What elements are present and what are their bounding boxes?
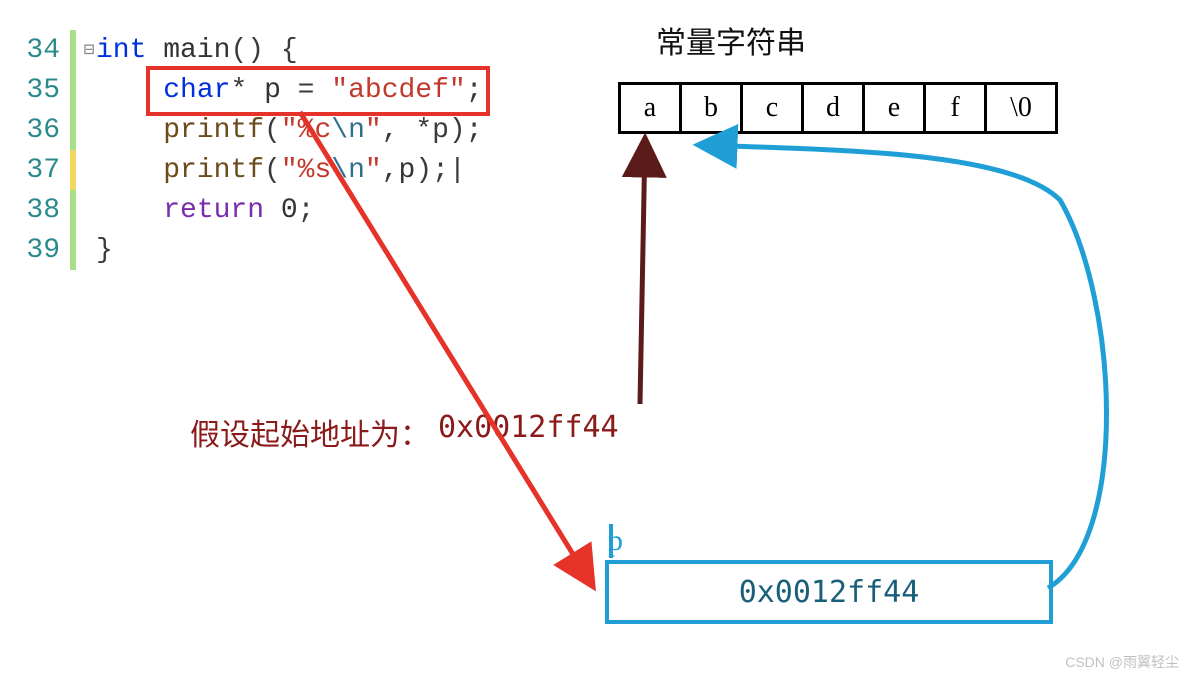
code-text: int main() { (96, 35, 298, 66)
code-row: 34 ⊟ int main() { (8, 30, 548, 70)
line-number: 36 (8, 115, 70, 146)
gutter-mark (70, 190, 76, 230)
gutter-mark (70, 70, 76, 110)
memory-cell: b (679, 82, 740, 134)
fold-icon: ⊟ (82, 39, 96, 61)
watermark: CSDN @雨翼轻尘 (1065, 652, 1179, 672)
code-row: 38 return 0; (8, 190, 548, 230)
code-row: 39 } (8, 230, 548, 270)
code-text: return 0; (96, 195, 314, 226)
pointer-value: 0x0012ff44 (739, 575, 920, 610)
code-text: printf("%c\n", *p); (96, 115, 483, 146)
code-text: printf("%s\n",p);| (96, 155, 466, 186)
diagram-stage: { "code": { "lines": [34,35,36,37,38,39]… (0, 0, 1191, 678)
memory-cell: \0 (984, 82, 1058, 134)
memory-cell: a (618, 82, 679, 134)
memory-cell: f (923, 82, 984, 134)
code-row: 37 printf("%s\n",p);| (8, 150, 548, 190)
memory-title: 常量字符串 (656, 18, 806, 62)
gutter-mark (70, 230, 76, 270)
line-number: 38 (8, 195, 70, 226)
line-number: 34 (8, 35, 70, 66)
gutter-mark (70, 30, 76, 70)
memory-cell: d (801, 82, 862, 134)
arrow-blue (700, 145, 1107, 588)
line-number: 35 (8, 75, 70, 106)
memory-cell: c (740, 82, 801, 134)
memory-cell: e (862, 82, 923, 134)
line-number: 37 (8, 155, 70, 186)
code-text: } (96, 235, 113, 266)
highlight-box (146, 66, 490, 116)
gutter-mark (70, 110, 76, 150)
address-annotation-label: 假设起始地址为： (190, 410, 430, 454)
line-number: 39 (8, 235, 70, 266)
memory-array: a b c d e f \0 (618, 82, 1058, 134)
pointer-label: p (608, 524, 623, 558)
arrow-darkred (640, 140, 645, 404)
address-annotation-value: 0x0012ff44 (438, 410, 619, 445)
code-row: 36 printf("%c\n", *p); (8, 110, 548, 150)
gutter-mark (70, 150, 76, 190)
pointer-box: 0x0012ff44 (605, 560, 1053, 624)
